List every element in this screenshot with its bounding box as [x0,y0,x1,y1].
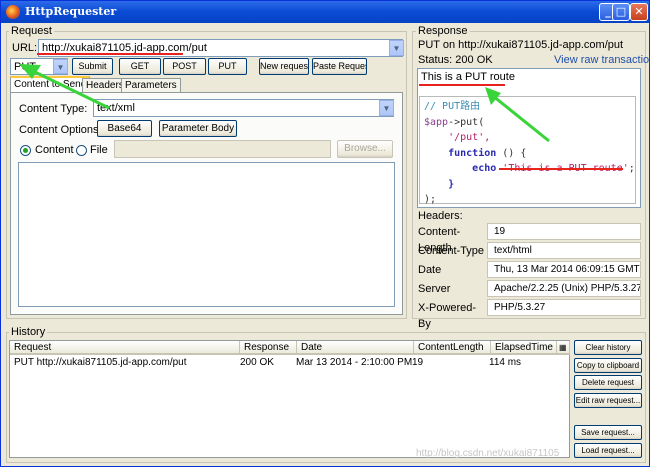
green-arrow-code [492,94,550,143]
annotation-arrows [19,64,550,143]
green-arrowhead-method [19,64,41,79]
httprequester-window: HttpRequester _ □ ✕ Request URL: http://… [0,0,650,467]
watermark-text: http://blog.csdn.net/xukai871105 [416,448,560,459]
green-arrow-method [34,70,110,110]
